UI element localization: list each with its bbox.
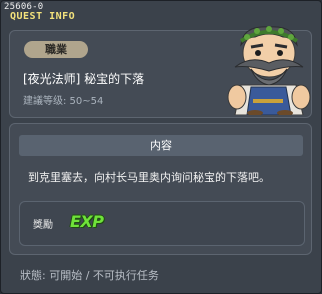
reward-box: 獎勵 EXP — [19, 201, 305, 246]
window-title: QUEST INFO — [10, 11, 76, 22]
content-header: 内容 — [19, 135, 303, 156]
quest-status: 狀態: 可開始 / 不可执行任务 — [20, 269, 159, 282]
quest-name: [夜光法师] 秘宝的下落 — [23, 72, 145, 86]
reward-label: 獎勵 — [33, 220, 53, 231]
exp-reward-icon: EXP — [70, 212, 104, 231]
content-text: 到克里塞去，向村长马里奥内询问秘宝的下落吧。 — [28, 171, 270, 184]
quest-content-panel: 内容 到克里塞去，向村长马里奥内询问秘宝的下落吧。 獎勵 EXP — [9, 123, 312, 255]
job-badge: 職業 — [24, 41, 88, 58]
level-requirement: 建議等级: 50~54 — [23, 96, 104, 107]
quest-info-window: 25606-0 QUEST INFO 職業 [夜光法师] 秘宝的下落 建議等级:… — [0, 0, 322, 294]
npc-elder-portrait-icon — [227, 26, 311, 115]
